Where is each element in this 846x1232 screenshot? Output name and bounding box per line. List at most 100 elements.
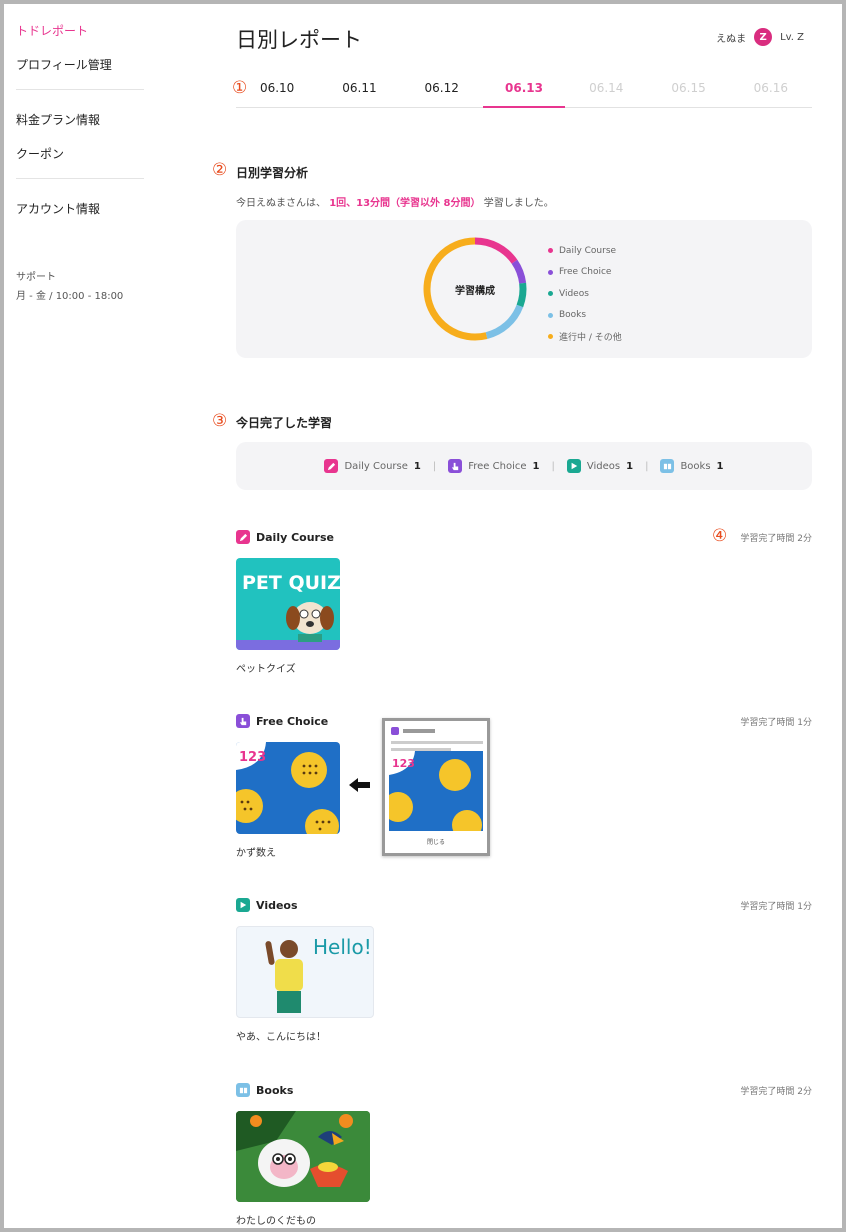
pet-quiz-illustration: PET QUIZ [236, 572, 340, 650]
tab-06-12[interactable]: 06.12 [401, 72, 483, 107]
activity-caption: ペットクイズ [236, 664, 296, 675]
annotation-marker-4: ④ [712, 526, 728, 546]
count-videos[interactable]: Videos 1 [566, 459, 634, 473]
tab-06-14: 06.14 [589, 81, 624, 95]
date-tabs: 06.10 06.11 06.12 06.13 06.14 06.15 06.1… [236, 72, 812, 108]
sidebar-item-coupon[interactable]: クーポン [16, 145, 64, 162]
fruits-book-illustration [236, 1111, 370, 1202]
popup-preview: 123 閉じる [382, 718, 490, 856]
legend-label: Videos [559, 288, 589, 299]
tab-06-11[interactable]: 06.11 [318, 72, 400, 107]
block-title-text: Daily Course [256, 530, 334, 544]
arrow-left-icon [348, 776, 372, 794]
legend-item: Books [548, 305, 622, 327]
user-info[interactable]: えぬま Z Lv. Z [716, 28, 804, 46]
count-daily-course[interactable]: Daily Course 1 [324, 459, 421, 473]
legend-label: 進行中 / その他 [559, 333, 622, 344]
summary-highlight: 1回、13分間（学習以外 8分間） [329, 198, 481, 209]
legend-dot [548, 248, 553, 254]
summary-prefix: 今日えぬまさんは、 [236, 198, 326, 209]
count-separator: | [551, 460, 555, 472]
annotation-marker-3: ③ [212, 411, 228, 431]
book-icon [236, 1083, 250, 1097]
level-badge: Z [754, 28, 773, 46]
tab-06-10[interactable]: 06.10 [236, 72, 318, 107]
block-title: Videos [236, 898, 298, 912]
thumb-number: 123 [239, 750, 266, 765]
tab-06-13[interactable]: 06.13 [482, 72, 566, 108]
count-label: Videos [586, 460, 621, 472]
legend-dot [548, 312, 553, 318]
legend-label: Daily Course [559, 245, 617, 256]
completed-count-panel: Daily Course 1 | Free Choice 1 | Videos … [236, 442, 812, 490]
support-hours: 月 - 金 / 10:00 - 18:00 [16, 291, 124, 302]
legend-label: Free Choice [559, 267, 612, 278]
hand-icon [448, 459, 463, 473]
block-title: Books [236, 1083, 293, 1097]
thumb-title: Hello! [313, 935, 372, 959]
thumbnail-counting[interactable]: 123 [236, 742, 340, 834]
page-frame: トドレポート プロフィール管理 料金プラン情報 クーポン アカウント情報 サポー… [0, 0, 846, 1232]
donut-legend: Daily Course Free Choice Videos Books 進行中 / … [548, 240, 622, 348]
block-header-free-choice: Free Choice 学習完了時間 1分 [236, 714, 812, 728]
popup-text-line [391, 741, 483, 744]
sidebar-item-account[interactable]: アカウント情報 [16, 200, 100, 217]
donut-chart: 学習構成 [420, 234, 530, 344]
annotation-marker-2: ② [212, 160, 228, 180]
completion-time: 学習完了時間 2分 [740, 1086, 812, 1097]
analysis-title: 日別学習分析 [236, 166, 309, 180]
analysis-panel: 学習構成 Daily Course Free Choice Videos Books 進… [236, 220, 812, 358]
page-title: 日別レポート [236, 28, 362, 52]
thumbnail-hello-video[interactable]: Hello! [236, 926, 374, 1018]
count-value: 1 [532, 460, 540, 472]
completion-time: 学習完了時間 1分 [740, 717, 812, 728]
summary-suffix: 学習しました。 [483, 198, 554, 209]
user-name: えぬま [716, 33, 747, 45]
block-title-text: Free Choice [256, 714, 329, 728]
level-text: Lv. Z [780, 31, 804, 43]
book-icon [660, 459, 675, 473]
count-value: 1 [716, 460, 724, 472]
count-value: 1 [413, 460, 421, 472]
hand-icon [391, 727, 399, 735]
pencil-icon [236, 530, 250, 544]
play-icon [566, 459, 581, 473]
block-title-text: Books [256, 1083, 294, 1097]
block-header-videos: Videos 学習完了時間 1分 [236, 898, 812, 912]
analysis-summary: 今日えぬまさんは、 1回、13分間（学習以外 8分間） 学習しました。 [236, 194, 554, 209]
block-title: Free Choice [236, 714, 328, 728]
popup-thumbnail: 123 [389, 751, 483, 831]
completion-time: 学習完了時間 1分 [740, 901, 812, 912]
legend-dot [548, 291, 553, 297]
support-label: サポート [16, 272, 56, 283]
sidebar-divider [16, 89, 144, 90]
legend-dot [548, 269, 553, 275]
block-header-books: Books 学習完了時間 2分 [236, 1083, 812, 1097]
sidebar-divider [16, 178, 144, 179]
activity-caption: わたしのくだもの [236, 1216, 316, 1227]
legend-label: Books [559, 310, 587, 321]
count-value: 1 [626, 460, 634, 472]
count-books[interactable]: Books 1 [660, 459, 724, 473]
popup-title-line [403, 729, 435, 733]
legend-item: Videos [548, 283, 622, 305]
sidebar-item-profile[interactable]: プロフィール管理 [16, 56, 112, 73]
count-free-choice[interactable]: Free Choice 1 [448, 459, 539, 473]
sidebar-item-plan[interactable]: 料金プラン情報 [16, 111, 100, 128]
sidebar-item-todo-report[interactable]: トドレポート [16, 22, 88, 39]
thumbnail-pet-quiz[interactable]: PET QUIZ [236, 558, 340, 650]
popup-close-button: 閉じる [426, 839, 445, 846]
svg-text:123: 123 [392, 757, 415, 770]
count-label: Daily Course [344, 460, 408, 472]
thumbnail-my-fruits-book[interactable] [236, 1111, 370, 1202]
count-label: Books [680, 460, 711, 472]
completion-time: 学習完了時間 2分 [740, 533, 812, 544]
tab-06-16: 06.16 [753, 81, 788, 95]
hello-video-illustration: Hello! [265, 935, 372, 1013]
hand-icon [236, 714, 250, 728]
activity-caption: やあ、こんにちは！ [236, 1032, 326, 1043]
block-title: Daily Course [236, 530, 334, 544]
completed-title: 今日完了した学習 [236, 416, 333, 430]
tab-06-15: 06.15 [671, 81, 706, 95]
thumb-title: PET QUIZ [242, 572, 340, 594]
